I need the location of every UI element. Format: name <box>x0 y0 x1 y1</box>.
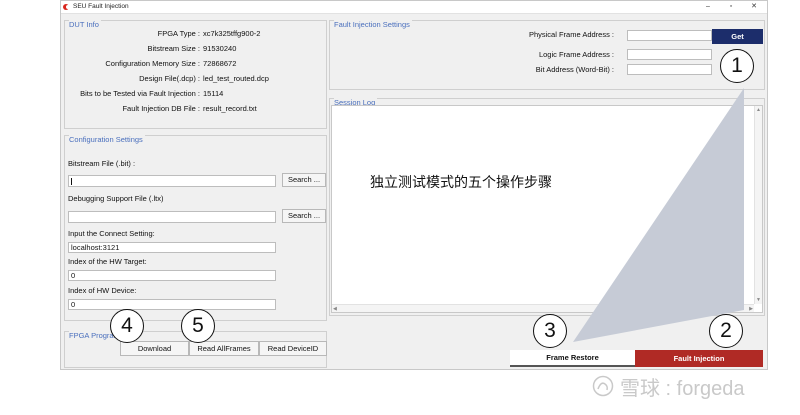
annotation-caption: 独立测试模式的五个操作步骤 <box>370 174 552 190</box>
snowball-logo-icon <box>592 375 614 397</box>
callout-triangle <box>573 88 744 342</box>
watermark-text: 雪球 : forgeda <box>620 377 745 400</box>
step-badge-5: 5 <box>181 309 215 343</box>
step-badge-3: 3 <box>533 314 567 348</box>
step-badge-1: 1 <box>720 49 754 83</box>
step-badge-2: 2 <box>709 314 743 348</box>
watermark: 雪球 : forgeda <box>592 373 745 400</box>
callout-overlay <box>573 88 744 342</box>
step-badge-4: 4 <box>110 309 144 343</box>
